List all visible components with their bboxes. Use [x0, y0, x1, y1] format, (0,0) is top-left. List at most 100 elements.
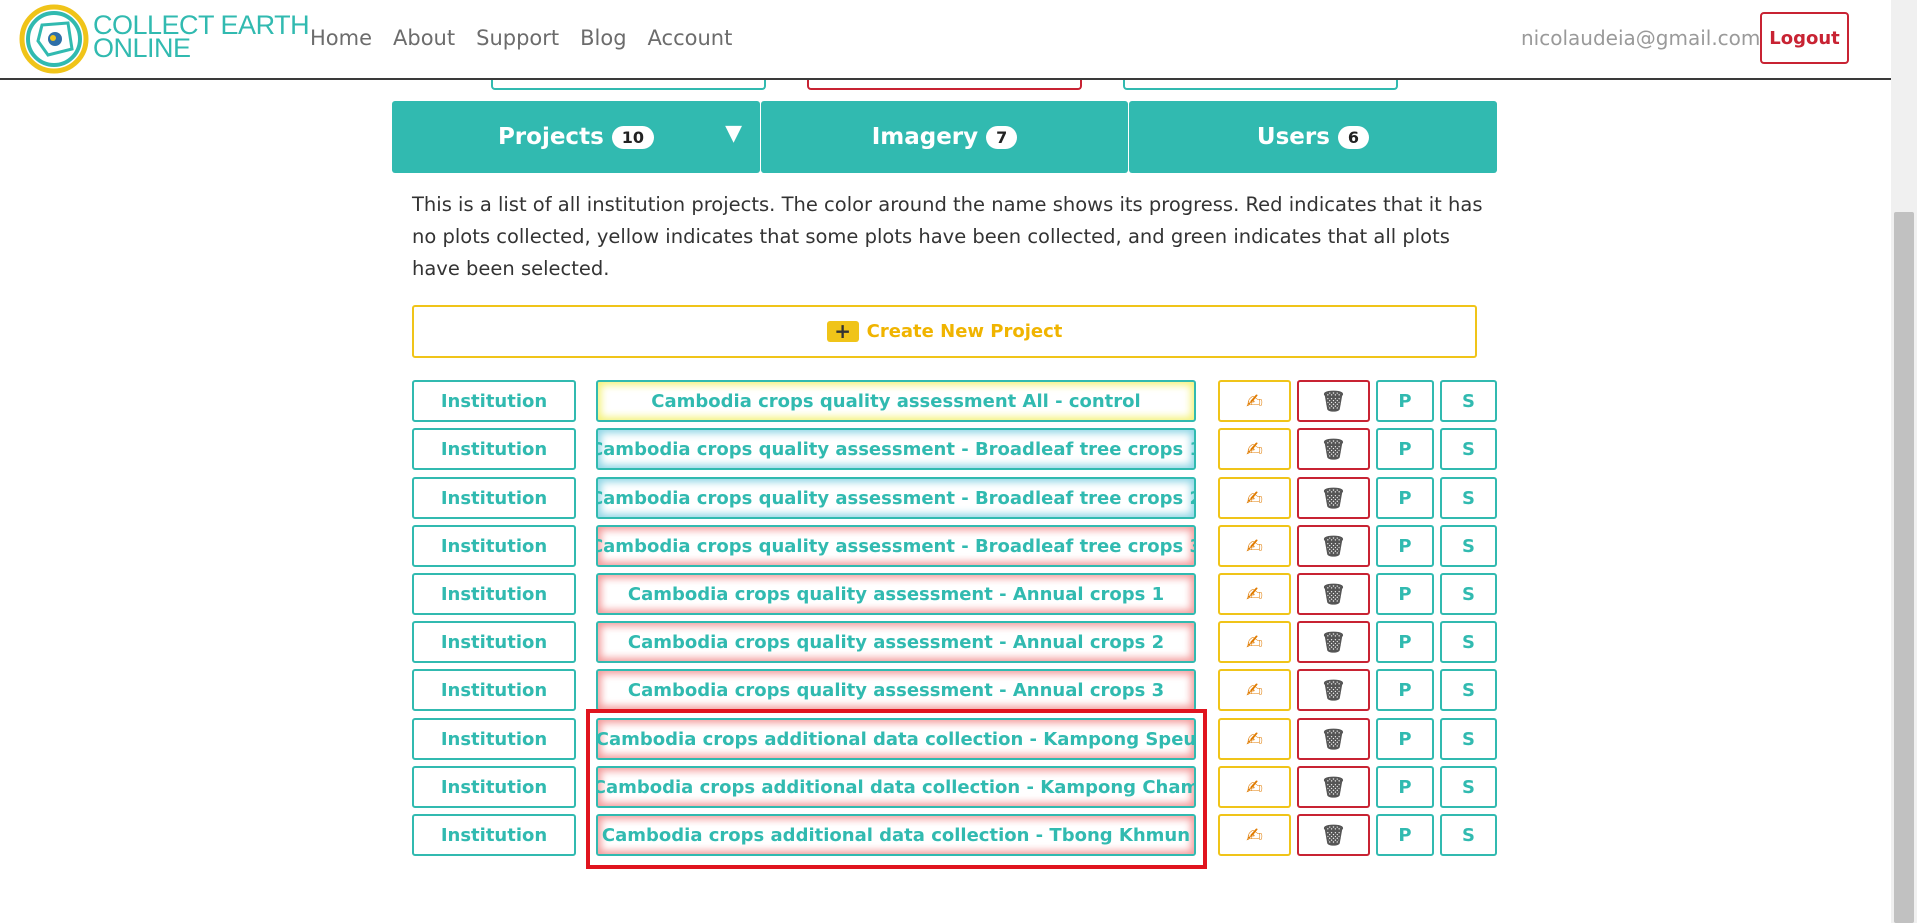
p-button[interactable]: P: [1376, 621, 1434, 663]
user-email: nicolaudeia@gmail.com: [1521, 26, 1761, 50]
s-button[interactable]: S: [1440, 525, 1497, 567]
nav-account-link[interactable]: Account: [648, 26, 733, 50]
project-name-button[interactable]: Cambodia crops quality assessment - Annu…: [596, 573, 1196, 615]
p-button[interactable]: P: [1376, 573, 1434, 615]
tab-projects-label: Projects: [497, 124, 604, 150]
delete-project-button[interactable]: 🗑: [1297, 525, 1370, 567]
project-name-button[interactable]: Cambodia crops quality assessment - Broa…: [596, 525, 1196, 567]
delete-project-button[interactable]: 🗑: [1297, 621, 1370, 663]
project-row: Institution Cambodia crops quality assess…: [0, 621, 1917, 665]
p-button[interactable]: P: [1376, 814, 1434, 856]
project-name-button[interactable]: Cambodia crops quality assessment - Broa…: [596, 477, 1196, 519]
delete-project-button[interactable]: 🗑: [1297, 669, 1370, 711]
tab-projects[interactable]: Projects 10 ▼: [392, 101, 760, 173]
s-button[interactable]: S: [1440, 669, 1497, 711]
delete-project-button[interactable]: 🗑: [1297, 477, 1370, 519]
s-button[interactable]: S: [1440, 428, 1497, 470]
nav-support-link[interactable]: Support: [476, 26, 559, 50]
navbar: COLLECT EARTH ONLINE Home About Support …: [0, 0, 1891, 80]
delete-project-button[interactable]: 🗑: [1297, 428, 1370, 470]
logo-text[interactable]: COLLECT EARTH ONLINE: [93, 12, 310, 63]
project-row: Institution Cambodia crops quality assess…: [0, 525, 1917, 569]
edit-project-button[interactable]: ✍: [1218, 718, 1291, 760]
edit-project-button[interactable]: ✍: [1218, 621, 1291, 663]
nav-blog-link[interactable]: Blog: [580, 26, 626, 50]
edit-project-button[interactable]: ✍: [1218, 428, 1291, 470]
nav-home-link[interactable]: Home: [310, 26, 372, 50]
trash-icon: 🗑: [1320, 630, 1347, 654]
pencil-icon: ✍: [1246, 727, 1263, 751]
institution-button[interactable]: Institution: [412, 380, 576, 422]
s-button[interactable]: S: [1440, 814, 1497, 856]
edit-project-button[interactable]: ✍: [1218, 766, 1291, 808]
project-name-button[interactable]: Cambodia crops quality assessment - Broa…: [596, 428, 1196, 470]
pencil-icon: ✍: [1246, 486, 1263, 510]
create-new-project-button[interactable]: + Create New Project: [412, 305, 1477, 358]
tab-users[interactable]: Users 6: [1129, 101, 1497, 173]
plus-icon: +: [826, 321, 859, 342]
institution-button[interactable]: Institution: [412, 621, 576, 663]
pencil-icon: ✍: [1246, 775, 1263, 799]
p-button[interactable]: P: [1376, 428, 1434, 470]
pencil-icon: ✍: [1246, 389, 1263, 413]
collect-earth-logo-icon[interactable]: [18, 3, 90, 75]
edit-project-button[interactable]: ✍: [1218, 380, 1291, 422]
p-button[interactable]: P: [1376, 477, 1434, 519]
delete-project-button[interactable]: 🗑: [1297, 573, 1370, 615]
p-button[interactable]: P: [1376, 380, 1434, 422]
p-button[interactable]: P: [1376, 718, 1434, 760]
tab-projects-count: 10: [611, 125, 655, 149]
trash-icon: 🗑: [1320, 775, 1347, 799]
project-name-button[interactable]: Cambodia crops quality assessment All - …: [596, 380, 1196, 422]
p-button[interactable]: P: [1376, 525, 1434, 567]
trash-icon: 🗑: [1320, 437, 1347, 461]
s-button[interactable]: S: [1440, 477, 1497, 519]
pencil-icon: ✍: [1246, 678, 1263, 702]
institution-button[interactable]: Institution: [412, 428, 576, 470]
edit-project-button[interactable]: ✍: [1218, 477, 1291, 519]
institution-button[interactable]: Institution: [412, 525, 576, 567]
trash-icon: 🗑: [1320, 389, 1347, 413]
delete-project-button[interactable]: 🗑: [1297, 380, 1370, 422]
tab-users-count: 6: [1337, 125, 1370, 149]
pencil-icon: ✍: [1246, 630, 1263, 654]
tab-imagery-label: Imagery: [871, 124, 979, 150]
trash-icon: 🗑: [1320, 727, 1347, 751]
create-new-project-label: Create New Project: [866, 321, 1063, 342]
project-row: Institution Cambodia crops quality assess…: [0, 380, 1917, 424]
logout-button[interactable]: Logout: [1760, 12, 1849, 64]
p-button[interactable]: P: [1376, 766, 1434, 808]
s-button[interactable]: S: [1440, 380, 1497, 422]
edit-project-button[interactable]: ✍: [1218, 669, 1291, 711]
delete-project-button[interactable]: 🗑: [1297, 718, 1370, 760]
scrollbar[interactable]: [1891, 0, 1917, 923]
s-button[interactable]: S: [1440, 573, 1497, 615]
edit-project-button[interactable]: ✍: [1218, 573, 1291, 615]
s-button[interactable]: S: [1440, 621, 1497, 663]
trash-icon: 🗑: [1320, 534, 1347, 558]
project-name-button[interactable]: Cambodia crops quality assessment - Annu…: [596, 621, 1196, 663]
delete-project-button[interactable]: 🗑: [1297, 766, 1370, 808]
project-row: Institution Cambodia crops quality assess…: [0, 573, 1917, 617]
p-button[interactable]: P: [1376, 669, 1434, 711]
nav-about-link[interactable]: About: [393, 26, 455, 50]
institution-button[interactable]: Institution: [412, 477, 576, 519]
institution-button[interactable]: Institution: [412, 814, 576, 856]
logo-line-2: ONLINE: [93, 33, 191, 63]
project-name-button[interactable]: Cambodia crops quality assessment - Annu…: [596, 669, 1196, 711]
tab-imagery[interactable]: Imagery 7: [761, 101, 1128, 173]
s-button[interactable]: S: [1440, 718, 1497, 760]
delete-project-button[interactable]: 🗑: [1297, 814, 1370, 856]
institution-button[interactable]: Institution: [412, 766, 576, 808]
s-button[interactable]: S: [1440, 766, 1497, 808]
nav-links: Home About Support Blog Account: [310, 26, 732, 50]
institution-button[interactable]: Institution: [412, 573, 576, 615]
pencil-icon: ✍: [1246, 534, 1263, 558]
trash-icon: 🗑: [1320, 486, 1347, 510]
scrollbar-thumb[interactable]: [1894, 212, 1914, 923]
pencil-icon: ✍: [1246, 582, 1263, 606]
edit-project-button[interactable]: ✍: [1218, 814, 1291, 856]
institution-button[interactable]: Institution: [412, 718, 576, 760]
edit-project-button[interactable]: ✍: [1218, 525, 1291, 567]
institution-button[interactable]: Institution: [412, 669, 576, 711]
